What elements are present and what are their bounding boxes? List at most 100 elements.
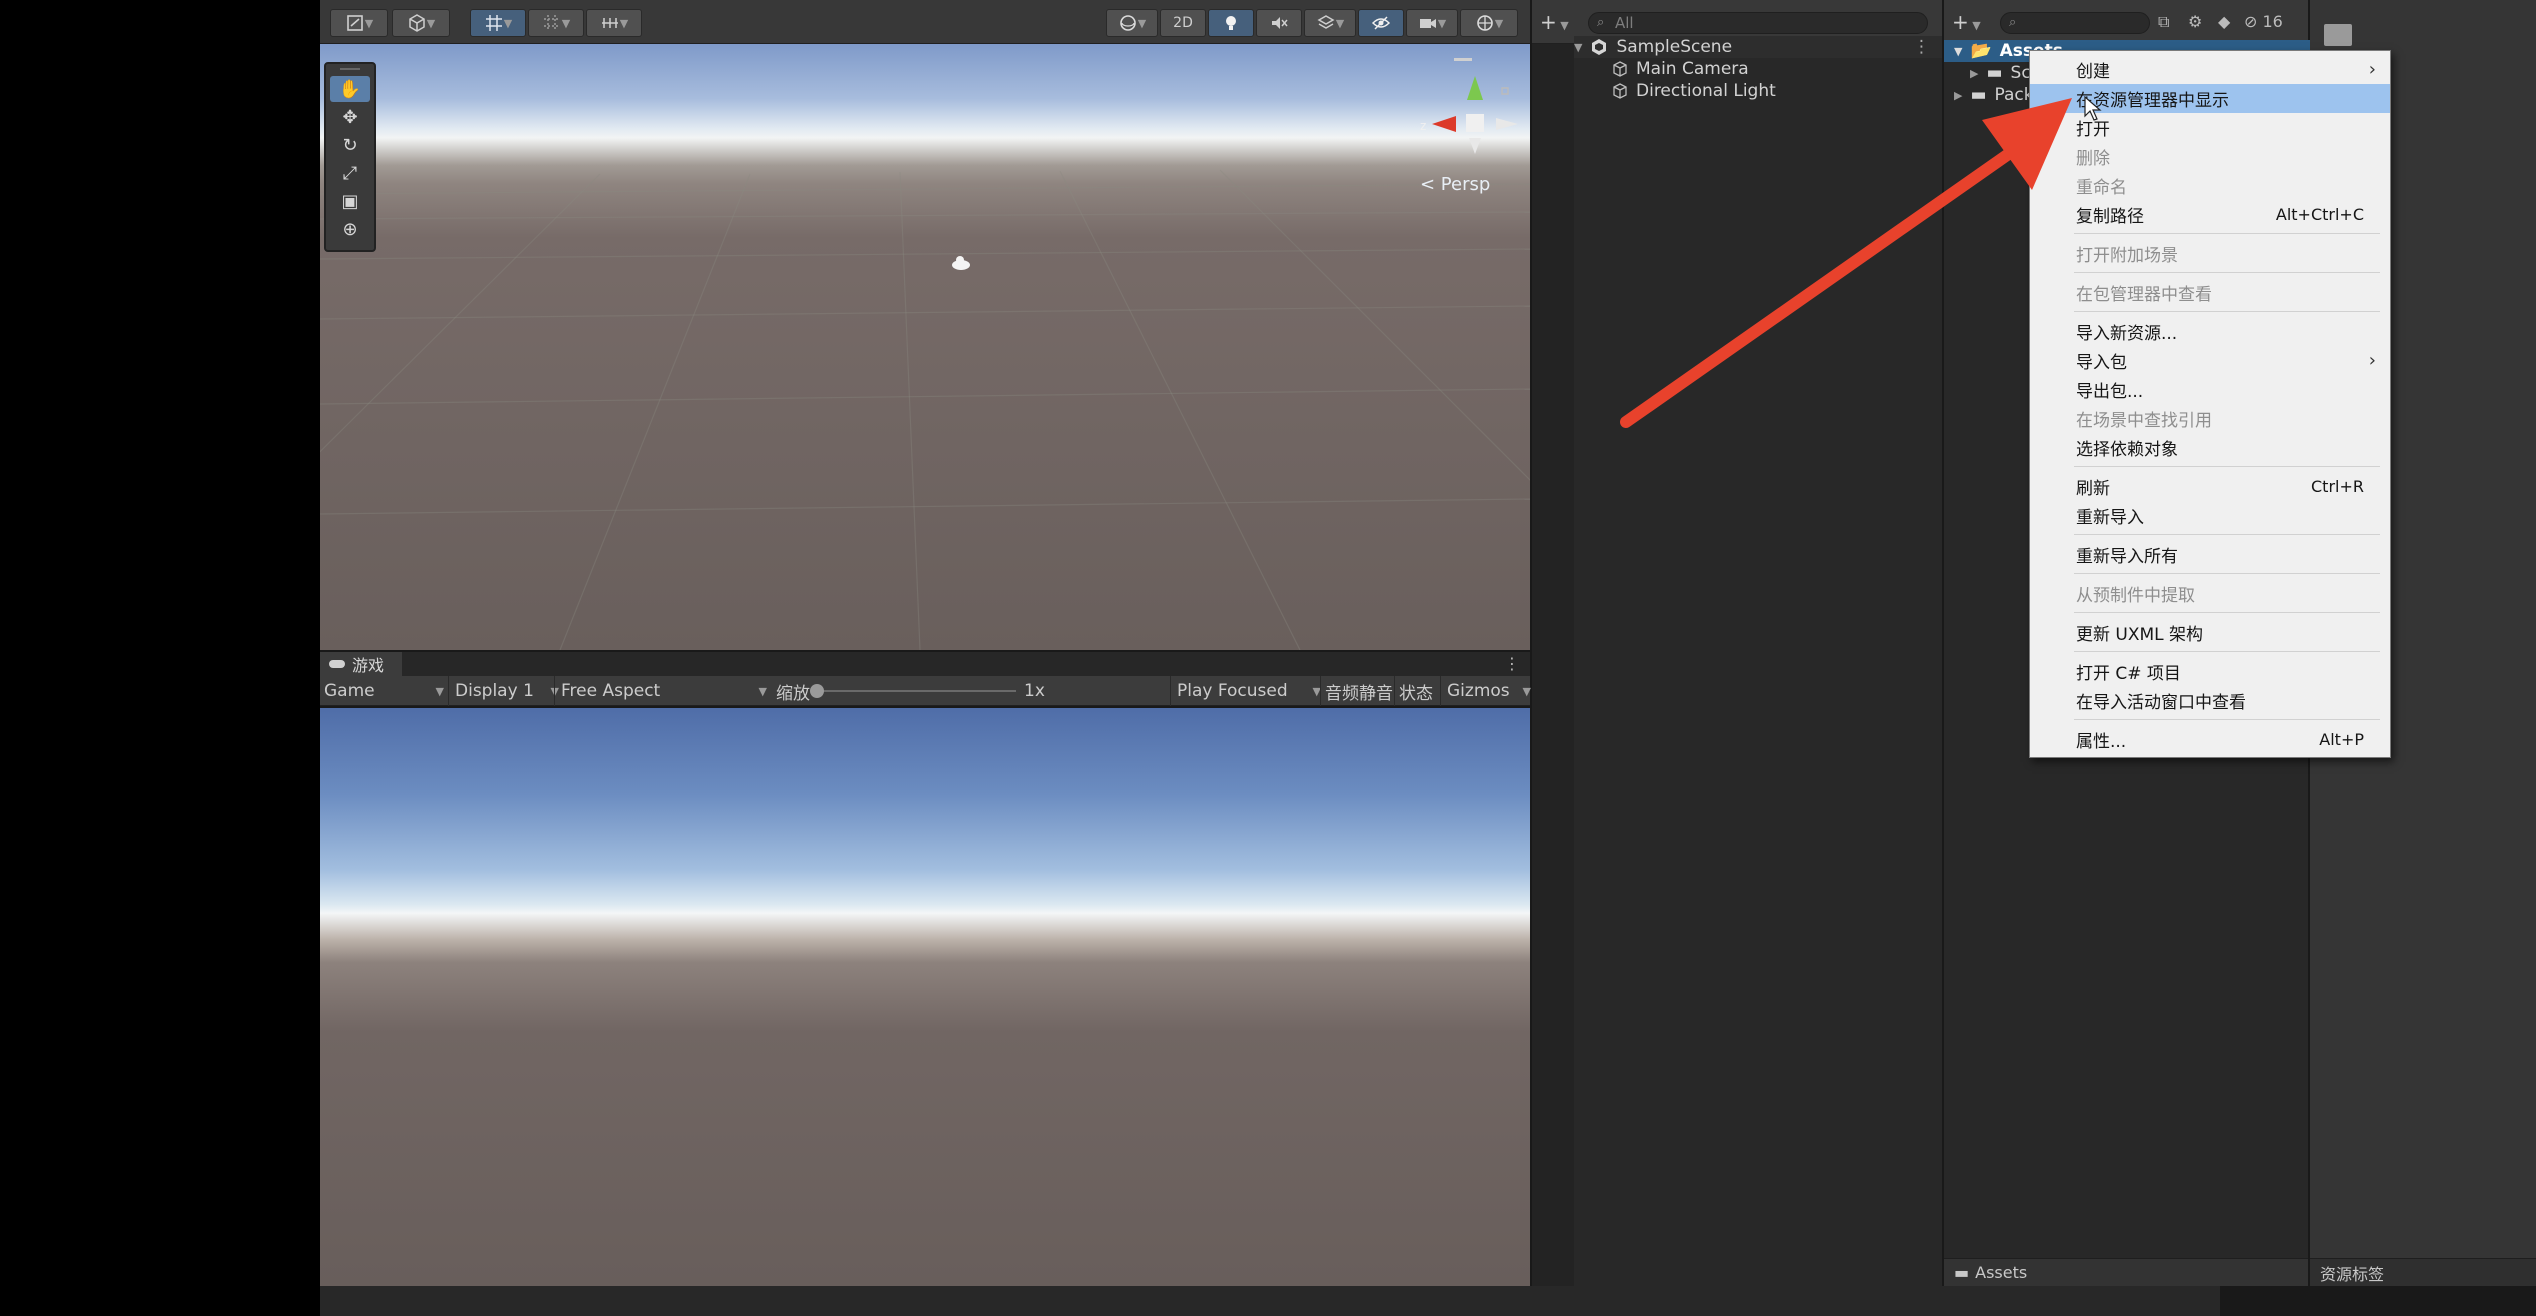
move-tool-icon[interactable]: ✥ bbox=[330, 104, 370, 130]
menu-item-delete[interactable]: 删除 bbox=[2030, 142, 2390, 171]
search-by-type-icon[interactable]: ⧉ bbox=[2158, 12, 2169, 32]
expand-arrow-icon[interactable]: ▶ bbox=[1970, 67, 1978, 80]
hierarchy-item-main-camera[interactable]: Main Camera bbox=[1612, 58, 1749, 80]
scene-menu-icon[interactable]: ⋮ bbox=[1913, 37, 1930, 57]
menu-item-rename[interactable]: 重命名 bbox=[2030, 171, 2390, 200]
menu-item-reimport-all[interactable]: 重新导入所有 bbox=[2030, 540, 2390, 569]
menu-separator bbox=[2074, 534, 2380, 535]
expand-arrow-icon[interactable]: ▶ bbox=[1954, 89, 1962, 102]
scale-slider-handle[interactable] bbox=[810, 684, 824, 698]
scene-toolbar: ▼ ▼ ▼ ▼ ▼ ▼ 2D ▼ ▼ ▼ bbox=[320, 0, 1530, 44]
menu-item-refresh[interactable]: 刷新 Ctrl+R bbox=[2030, 472, 2390, 501]
grid-snapping-toggle[interactable]: ▼ bbox=[470, 9, 526, 37]
game-mode-dropdown[interactable]: Game ▼ bbox=[324, 676, 444, 706]
mute-audio-toggle[interactable]: 音频静音 bbox=[1320, 676, 1395, 706]
menu-item-properties[interactable]: 属性... Alt+P bbox=[2030, 725, 2390, 754]
projection-label[interactable]: < Persp bbox=[1420, 174, 1490, 195]
scale-value: 1x bbox=[1024, 681, 1045, 701]
snap-increment-dropdown[interactable]: ▼ bbox=[528, 9, 584, 37]
scale-label: 缩放 bbox=[776, 683, 810, 704]
render-mode-dropdown[interactable]: ▼ bbox=[1106, 9, 1158, 37]
menu-item-open-additive-scene[interactable]: 打开附加场景 bbox=[2030, 239, 2390, 268]
menu-item-export-package[interactable]: 导出包... bbox=[2030, 375, 2390, 404]
layers-icon bbox=[1317, 15, 1335, 29]
gamepad-icon bbox=[329, 660, 345, 668]
panel-menu-icon[interactable]: ⋮ bbox=[1504, 654, 1520, 673]
menu-item-find-references-in-scene[interactable]: 在场景中查找引用 bbox=[2030, 404, 2390, 433]
project-tree-packages[interactable]: ▶ ▬ Pack bbox=[1954, 84, 2034, 106]
menu-separator bbox=[2074, 466, 2380, 467]
gizmos-dropdown[interactable]: ▼ bbox=[1460, 9, 1518, 37]
increment-snap-dropdown[interactable]: ▼ bbox=[586, 9, 642, 37]
project-breadcrumb[interactable]: ▬ Assets bbox=[1944, 1258, 2308, 1286]
menu-item-reimport[interactable]: 重新导入 bbox=[2030, 501, 2390, 530]
menu-item-create[interactable]: 创建 › bbox=[2030, 55, 2390, 84]
gizmos-toggle[interactable]: Gizmos ▼ bbox=[1440, 676, 1533, 706]
project-search-input[interactable]: ⌕ bbox=[2000, 12, 2150, 34]
menu-item-copy-path[interactable]: 复制路径 Alt+Ctrl+C bbox=[2030, 200, 2390, 229]
menu-item-import-new-asset[interactable]: 导入新资源... bbox=[2030, 317, 2390, 346]
status-bar bbox=[320, 1286, 2220, 1316]
menu-item-open-csharp-project[interactable]: 打开 C# 项目 bbox=[2030, 657, 2390, 686]
menu-item-update-uxml-schema[interactable]: 更新 UXML 架构 bbox=[2030, 618, 2390, 647]
toolbox-grip[interactable] bbox=[340, 68, 360, 70]
game-viewport[interactable] bbox=[320, 708, 1530, 1286]
scene-camera-dropdown[interactable]: ▼ bbox=[1406, 9, 1458, 37]
rotate-tool-icon[interactable]: ↻ bbox=[330, 132, 370, 158]
expand-arrow-icon[interactable]: ▼ bbox=[1574, 41, 1582, 54]
menu-item-extract-from-prefab[interactable]: 从预制件中提取 bbox=[2030, 579, 2390, 608]
add-object-button[interactable]: + ▼ bbox=[1540, 10, 1569, 34]
camera-icon bbox=[1419, 19, 1436, 28]
lock-icon[interactable] bbox=[1501, 87, 1509, 95]
menu-item-select-dependencies[interactable]: 选择依赖对象 bbox=[2030, 433, 2390, 462]
gameobject-icon bbox=[1613, 61, 1627, 77]
game-tab-strip: 游戏 ⋮ bbox=[320, 652, 1530, 676]
asset-labels-bar[interactable]: 资源标签 bbox=[2310, 1258, 2536, 1286]
play-mode-dropdown[interactable]: Play Focused ▼ bbox=[1170, 676, 1323, 706]
menu-separator bbox=[2074, 719, 2380, 720]
transform-tool-icon[interactable]: ⊕ bbox=[330, 216, 370, 242]
rect-tool-icon[interactable]: ▣ bbox=[330, 188, 370, 214]
hierarchy-item-directional-light[interactable]: Directional Light bbox=[1612, 80, 1776, 102]
hierarchy-search-input[interactable]: ⌕ All bbox=[1588, 12, 1928, 34]
effects-dropdown[interactable]: ▼ bbox=[1304, 9, 1356, 37]
ground-grid bbox=[320, 169, 1530, 650]
scene-lighting-toggle[interactable] bbox=[1208, 9, 1254, 37]
stats-toggle[interactable]: 状态 bbox=[1394, 676, 1441, 706]
menu-separator bbox=[2074, 311, 2380, 312]
hidden-packages-toggle[interactable]: ⊘ 16 bbox=[2244, 12, 2283, 31]
mouse-cursor-icon bbox=[2084, 96, 2102, 121]
folder-open-icon: 📂 bbox=[1970, 41, 1992, 61]
folder-icon: ▬ bbox=[1954, 1263, 1970, 1282]
scale-slider[interactable] bbox=[816, 690, 1016, 692]
aspect-dropdown[interactable]: Free Aspect ▼ bbox=[554, 676, 769, 706]
menu-item-view-in-import-activity[interactable]: 在导入活动窗口中查看 bbox=[2030, 686, 2390, 715]
toggle-2d-button[interactable]: 2D bbox=[1160, 9, 1206, 37]
search-icon: ⌕ bbox=[2009, 15, 2017, 30]
menu-item-view-in-package-manager[interactable]: 在包管理器中查看 bbox=[2030, 278, 2390, 307]
scene-row[interactable]: ▼ SampleScene ⋮ bbox=[1574, 36, 1942, 58]
tab-game[interactable]: 游戏 bbox=[320, 652, 402, 676]
sphere-icon bbox=[1119, 15, 1136, 31]
menu-separator bbox=[2074, 612, 2380, 613]
orientation-gizmo[interactable]: z bbox=[1390, 54, 1520, 164]
shading-dropdown[interactable]: ▼ bbox=[392, 9, 450, 37]
project-toolbar: + ▼ ⌕ ⧉ ⚙ ◆ ⊘ 16 bbox=[1944, 0, 2308, 44]
audio-toggle[interactable] bbox=[1256, 9, 1302, 37]
scale-tool-icon[interactable]: ⤢ bbox=[330, 160, 370, 186]
expand-arrow-icon[interactable]: ▼ bbox=[1954, 45, 1962, 58]
scene-viewport[interactable]: ✋ ✥ ↻ ⤢ ▣ ⊕ z < Persp bbox=[320, 44, 1530, 650]
tag-icon[interactable]: ◆ bbox=[2218, 12, 2230, 31]
context-menu: 创建 › 在资源管理器中显示 打开 删除 重命名 复制路径 Alt+Ctrl+C 打… bbox=[2029, 50, 2391, 758]
search-by-label-icon[interactable]: ⚙ bbox=[2188, 12, 2202, 31]
ruler-icon bbox=[601, 18, 618, 28]
create-asset-button[interactable]: + ▼ bbox=[1952, 10, 1981, 34]
hand-tool-icon[interactable]: ✋ bbox=[330, 76, 370, 102]
folder-icon: ▬ bbox=[1986, 63, 2003, 83]
scene-visibility-toggle[interactable] bbox=[1358, 9, 1404, 37]
menu-item-import-package[interactable]: 导入包 › bbox=[2030, 346, 2390, 375]
gameobject-icon bbox=[1613, 83, 1627, 99]
display-dropdown[interactable]: Display 1 ▼ bbox=[448, 676, 559, 706]
unity-editor: ▼ ▼ ▼ ▼ ▼ ▼ 2D ▼ ▼ ▼ ✋ ✥ ↻ ⤢ ▣ ⊕ z < Per… bbox=[320, 0, 2536, 1316]
draw-mode-dropdown[interactable]: ▼ bbox=[330, 9, 388, 37]
